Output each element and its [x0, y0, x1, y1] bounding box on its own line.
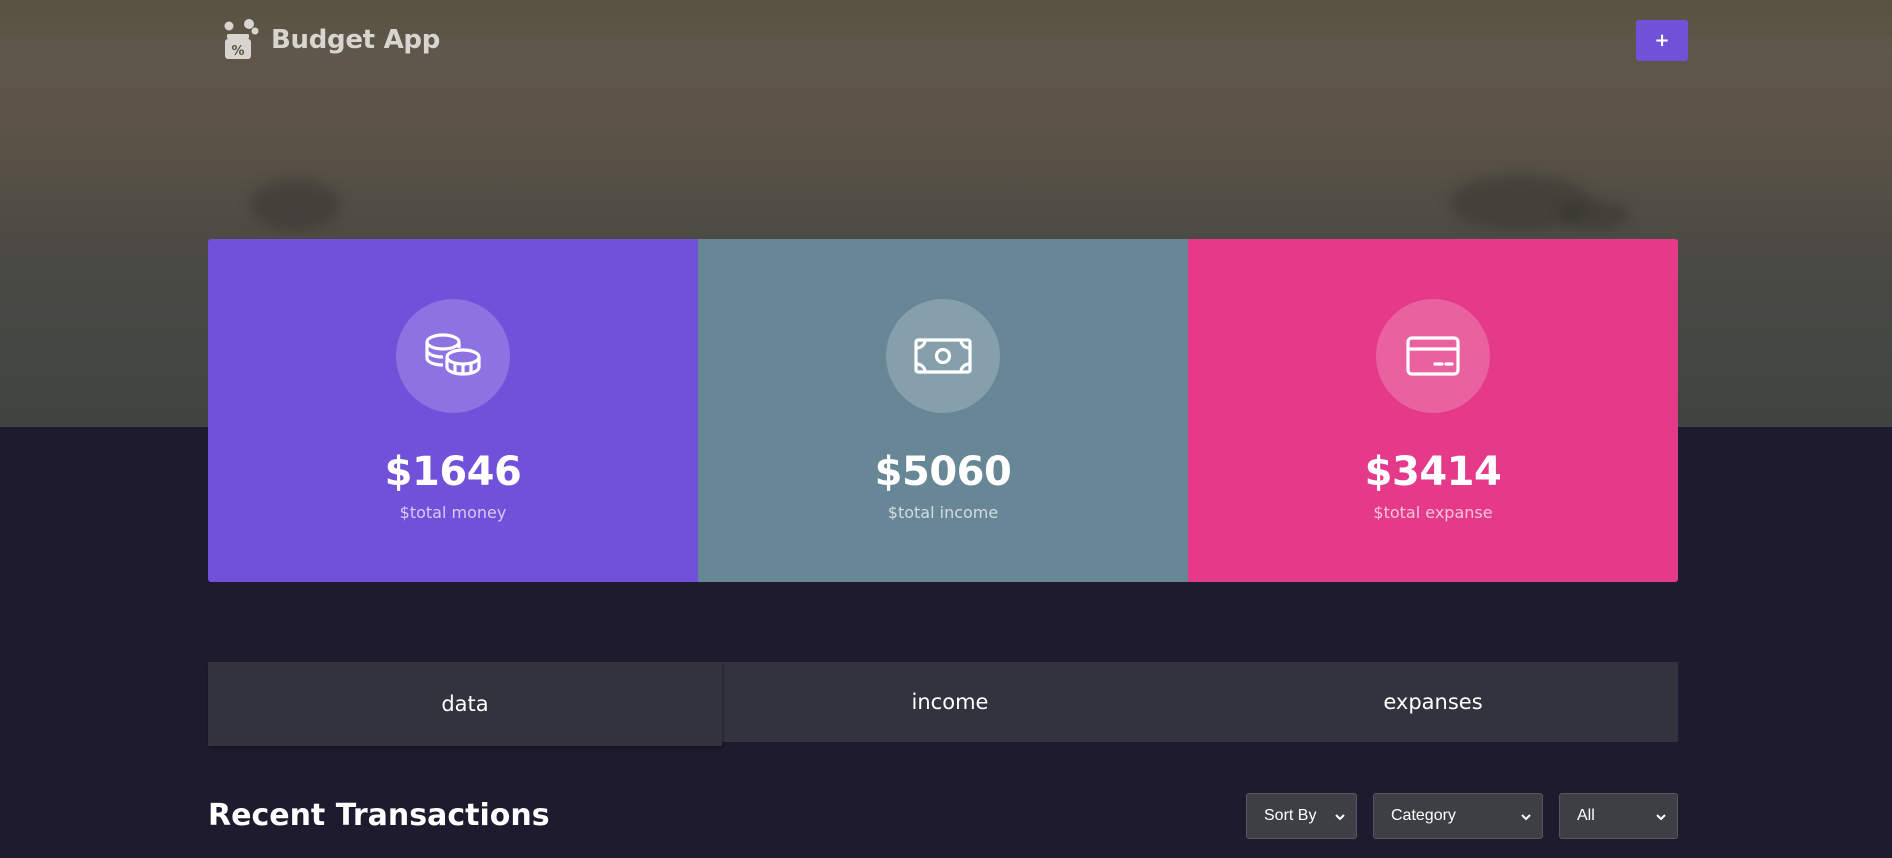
tab-data[interactable]: data — [208, 662, 722, 746]
total-money-card: $1646 $total money — [208, 239, 698, 582]
tab-income[interactable]: income — [722, 662, 1178, 742]
chevron-down-icon — [1655, 810, 1667, 828]
coins-icon — [396, 299, 510, 413]
budget-logo-icon: % — [221, 18, 261, 62]
summary-cards: $1646 $total money $5060 $total income $… — [208, 239, 1678, 582]
category-value: Category — [1391, 807, 1456, 824]
add-transaction-button[interactable]: + — [1636, 20, 1688, 61]
recent-transactions-title: Recent Transactions — [208, 798, 550, 833]
sort-by-select[interactable]: Sort By — [1246, 793, 1357, 839]
tab-bar: data income expanses — [208, 662, 1678, 746]
total-income-card: $5060 $total income — [698, 239, 1188, 582]
total-money-label: $total money — [399, 503, 507, 522]
type-select[interactable]: All — [1559, 793, 1678, 839]
total-expanse-card: $3414 $total expanse — [1188, 239, 1678, 582]
banknote-icon — [886, 299, 1000, 413]
total-income-amount: $5060 — [874, 449, 1012, 495]
category-select[interactable]: Category — [1373, 793, 1543, 839]
sort-by-value: Sort By — [1264, 807, 1317, 824]
total-income-label: $total income — [887, 503, 999, 522]
svg-text:%: % — [231, 44, 244, 59]
app-title: Budget App — [271, 25, 441, 55]
brand[interactable]: % Budget App — [221, 18, 440, 62]
total-expanse-amount: $3414 — [1364, 449, 1502, 495]
chevron-down-icon — [1520, 810, 1532, 828]
chevron-down-icon — [1334, 810, 1346, 828]
tab-expanses[interactable]: expanses — [1188, 662, 1678, 742]
top-bar: % Budget App + — [208, 0, 1688, 82]
total-money-amount: $1646 — [384, 449, 522, 495]
total-expanse-label: $total expanse — [1373, 503, 1493, 522]
credit-card-icon — [1376, 299, 1490, 413]
type-value: All — [1577, 807, 1595, 824]
